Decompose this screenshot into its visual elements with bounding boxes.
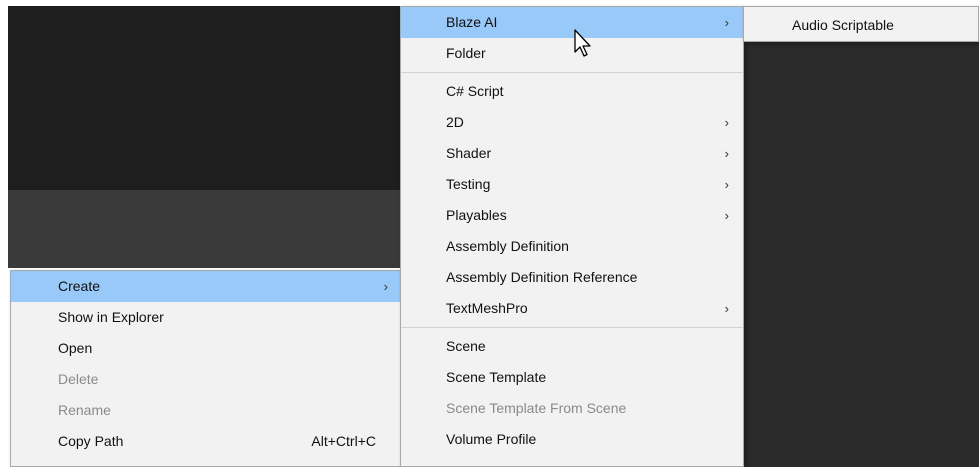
menu-item-label: Testing [446,176,491,192]
menu-item-label: Folder [446,45,486,61]
chevron-right-icon: › [724,177,729,192]
menu-item-label: Assembly Definition Reference [446,269,638,285]
menu-item-create[interactable]: Create › [11,271,402,302]
menu-item-shortcut: Alt+Ctrl+C [311,433,376,449]
menu-item-copy-path[interactable]: Copy Path Alt+Ctrl+C [11,426,402,457]
create-submenu: Blaze AI › Folder C# Script 2D › Shader … [400,6,744,467]
menu-item-label: Scene [446,338,486,354]
menu-item-label: Copy Path [58,433,124,449]
menu-item-show-in-explorer[interactable]: Show in Explorer [11,302,402,333]
unity-editor-context-menus: Create › Show in Explorer Open Delete Re… [0,0,979,467]
menu-item-playables[interactable]: Playables › [401,200,743,231]
menu-item-label: Shader [446,145,492,161]
menu-item-assembly-definition[interactable]: Assembly Definition [401,231,743,262]
menu-item-textmeshpro[interactable]: TextMeshPro › [401,293,743,324]
chevron-right-icon: › [724,15,729,30]
menu-item-scene-template[interactable]: Scene Template [401,362,743,393]
menu-separator [401,327,743,328]
menu-item-label: Rename [58,402,111,418]
menu-item-shader[interactable]: Shader › [401,138,743,169]
project-panel-strip [8,190,400,268]
chevron-right-icon: › [724,208,729,223]
menu-item-audio-scriptable[interactable]: Audio Scriptable [744,7,978,43]
menu-item-label: Scene Template From Scene [446,400,627,416]
menu-item-label: Volume Profile [446,431,537,447]
menu-item-label: TextMeshPro [446,300,528,316]
menu-item-label: Delete [58,371,99,387]
menu-item-delete: Delete [11,364,402,395]
chevron-right-icon: › [724,146,729,161]
menu-item-label: Assembly Definition [446,238,569,254]
menu-item-label: Create [58,278,101,294]
menu-item-label: Open [58,340,93,356]
menu-item-label: 2D [446,114,464,130]
menu-item-scene[interactable]: Scene [401,331,743,362]
menu-item-folder[interactable]: Folder [401,38,743,69]
menu-item-2d[interactable]: 2D › [401,107,743,138]
menu-item-blaze-ai[interactable]: Blaze AI › [401,7,743,38]
blaze-ai-submenu: Audio Scriptable [743,6,979,42]
menu-separator [401,72,743,73]
menu-item-label: C# Script [446,83,504,99]
project-context-menu: Create › Show in Explorer Open Delete Re… [10,270,403,467]
mouse-cursor-icon [574,29,591,57]
menu-item-label: Playables [446,207,507,223]
menu-item-csharp-script[interactable]: C# Script [401,76,743,107]
menu-item-label: Scene Template [446,369,547,385]
menu-item-assembly-definition-reference[interactable]: Assembly Definition Reference [401,262,743,293]
inspector-panel [741,40,979,467]
menu-item-rename: Rename [11,395,402,426]
menu-item-label: Show in Explorer [58,309,164,325]
menu-item-volume-profile[interactable]: Volume Profile [401,424,743,455]
scene-view-panel [8,6,400,190]
chevron-right-icon: › [724,301,729,316]
menu-item-label: Blaze AI [446,14,498,30]
menu-item-open[interactable]: Open [11,333,402,364]
chevron-right-icon: › [724,115,729,130]
chevron-right-icon: › [383,279,388,294]
menu-item-label: Audio Scriptable [792,17,894,33]
menu-item-testing[interactable]: Testing › [401,169,743,200]
menu-item-scene-template-from-scene: Scene Template From Scene [401,393,743,424]
